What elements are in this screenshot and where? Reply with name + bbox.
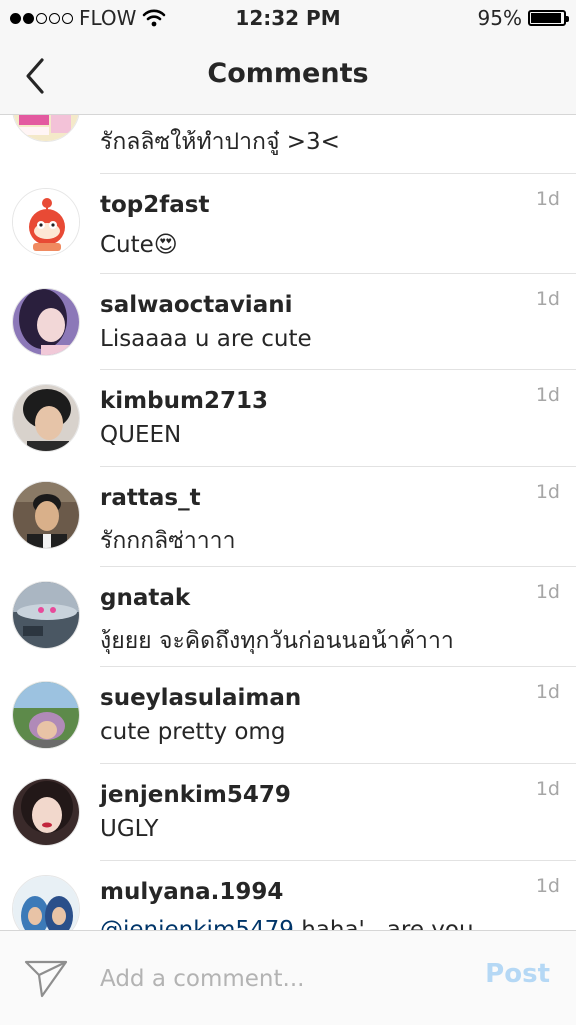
comments-list[interactable]: รักลลิซให้ทำปากจู๋ >3< top2fast Cute😍 1d: [0, 114, 576, 930]
comment-row: gnatak งุ้ยยย จะคิดถึงทุกวันก่อนนอน้าค้า…: [0, 567, 576, 667]
comment-time: 1d: [535, 875, 560, 897]
comment-row: salwaoctaviani Lisaaaa u are cute 1d: [0, 274, 576, 370]
avatar[interactable]: [12, 384, 80, 452]
comment-time: 1d: [535, 384, 560, 406]
status-bar: FLOW 12:32 PM 95%: [0, 0, 576, 38]
comment-text: QUEEN: [100, 422, 182, 448]
comment-username[interactable]: salwaoctaviani: [100, 292, 292, 318]
comment-text: UGLY: [100, 816, 159, 842]
comment-text: Cute😍: [100, 232, 178, 258]
comment-time: 1d: [535, 481, 560, 503]
comment-row: rattas_t รักกกลิซ่าาาา 1d: [0, 467, 576, 567]
battery-icon: [528, 10, 569, 26]
battery-percent: 95%: [477, 6, 522, 30]
post-button[interactable]: Post: [485, 959, 550, 989]
comment-username[interactable]: rattas_t: [100, 485, 201, 511]
send-icon[interactable]: [24, 958, 68, 998]
nav-bar: Comments: [0, 38, 576, 115]
comment-text: รักลลิซให้ทำปากจู๋ >3<: [100, 129, 340, 155]
comment-row: jenjenkim5479 UGLY 1d: [0, 764, 576, 861]
comment-row: รักลลิซให้ทำปากจู๋ >3<: [0, 114, 576, 174]
battery-info: 95%: [477, 6, 569, 30]
avatar[interactable]: [12, 188, 80, 256]
comment-username[interactable]: sueylasulaiman: [100, 685, 301, 711]
comment-text: @jenjenkim5479 haha'...are you: [100, 917, 474, 930]
comment-time: 1d: [535, 778, 560, 800]
comment-username[interactable]: mulyana.1994: [100, 879, 283, 905]
mention-link[interactable]: @jenjenkim5479: [100, 917, 294, 930]
comment-row: mulyana.1994 @jenjenkim5479 haha'...are …: [0, 861, 576, 930]
avatar[interactable]: [12, 114, 80, 142]
comment-row: sueylasulaiman cute pretty omg 1d: [0, 667, 576, 764]
avatar[interactable]: [12, 481, 80, 549]
comment-time: 1d: [535, 288, 560, 310]
comment-input[interactable]: [100, 961, 460, 997]
avatar[interactable]: [12, 681, 80, 749]
avatar[interactable]: [12, 875, 80, 930]
comment-row: top2fast Cute😍 1d: [0, 174, 576, 274]
comment-text: งุ้ยยย จะคิดถึงทุกวันก่อนนอน้าค้าาา: [100, 628, 454, 654]
comment-time: 1d: [535, 681, 560, 703]
comment-username[interactable]: top2fast: [100, 192, 209, 218]
comment-row: kimbum2713 QUEEN 1d: [0, 370, 576, 467]
comment-composer: Post: [0, 930, 576, 1025]
avatar[interactable]: [12, 778, 80, 846]
comment-text: รักกกลิซ่าาาา: [100, 528, 236, 554]
comment-text: cute pretty omg: [100, 719, 286, 745]
avatar[interactable]: [12, 288, 80, 356]
comment-text-body: haha'...are you: [293, 917, 474, 930]
page-title: Comments: [207, 58, 369, 89]
comment-username[interactable]: kimbum2713: [100, 388, 268, 414]
comment-username[interactable]: gnatak: [100, 585, 190, 611]
comment-time: 1d: [535, 188, 560, 210]
comment-text: Lisaaaa u are cute: [100, 326, 312, 352]
comment-username[interactable]: jenjenkim5479: [100, 782, 291, 808]
avatar[interactable]: [12, 581, 80, 649]
comment-time: 1d: [535, 581, 560, 603]
